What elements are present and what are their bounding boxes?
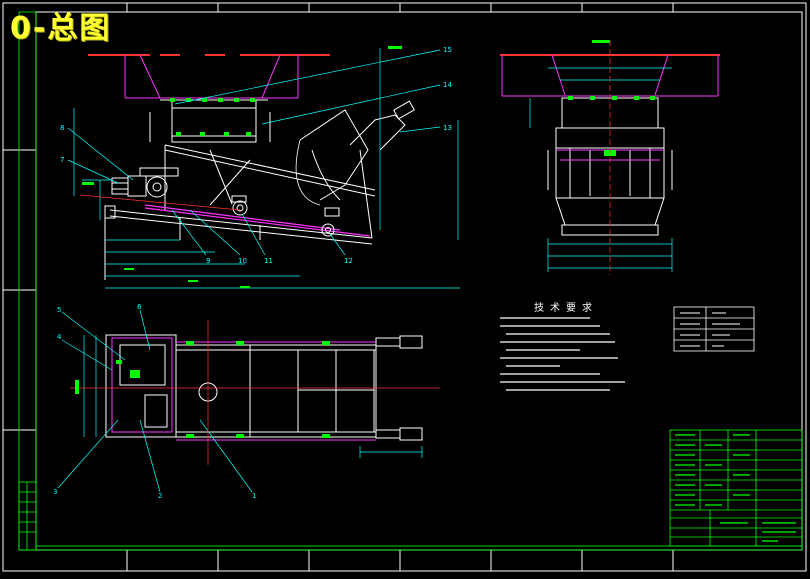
side-elevation-view <box>67 46 460 289</box>
part-label: 1 <box>252 492 256 500</box>
title-block <box>669 429 803 547</box>
part-label: 15 <box>443 46 452 54</box>
sheet-border <box>2 2 807 572</box>
part-label: 14 <box>443 81 452 89</box>
part-label: 11 <box>264 257 273 265</box>
left-records-strip <box>18 481 37 551</box>
discharge-guard <box>299 100 415 239</box>
feed-hopper <box>124 54 299 99</box>
part-label: 6 <box>137 303 142 311</box>
tech-notes <box>500 317 625 391</box>
part-label: 9 <box>206 257 210 265</box>
part-label: 12 <box>344 257 353 265</box>
tech-requirements-title: 技术要求 <box>534 303 598 314</box>
part-label: 10 <box>238 257 247 265</box>
drawing-canvas: 15 14 13 8 7 9 10 11 12 5 6 4 3 2 1 <box>2 2 807 572</box>
parameter-table <box>673 306 755 352</box>
part-label: 5 <box>57 306 61 314</box>
side-leaders <box>67 49 441 256</box>
plan-note-tag <box>75 380 79 394</box>
sheet-inner-frame <box>18 11 803 551</box>
plan-frame <box>105 334 423 441</box>
drawing-title: 0-总图 <box>10 11 112 46</box>
drive-motor <box>111 167 179 198</box>
arc-guide <box>295 139 321 206</box>
zone-ticks <box>3 3 674 571</box>
part-label: 7 <box>60 156 64 164</box>
part-label: 13 <box>443 124 452 132</box>
plan-leaders <box>57 309 253 493</box>
cad-drawing-sheet: 15 14 13 8 7 9 10 11 12 5 6 4 3 2 1 0-总图… <box>0 0 810 575</box>
feeder-box-bolts <box>170 98 255 136</box>
feeder-box <box>149 99 271 143</box>
part-label: 2 <box>158 492 162 500</box>
side-dimensions <box>73 48 460 289</box>
part-label: 3 <box>53 488 57 496</box>
title-block-entries <box>675 434 796 542</box>
base-supports <box>104 218 261 280</box>
plan-part-labels: 5 6 4 3 2 1 <box>53 303 256 500</box>
side-centerline <box>79 194 241 211</box>
side-part-labels: 15 14 13 8 7 9 10 11 12 <box>60 46 452 265</box>
part-label: 8 <box>60 124 64 132</box>
plan-view <box>57 309 440 493</box>
part-label: 4 <box>57 333 62 341</box>
end-elevation-view <box>500 40 720 275</box>
